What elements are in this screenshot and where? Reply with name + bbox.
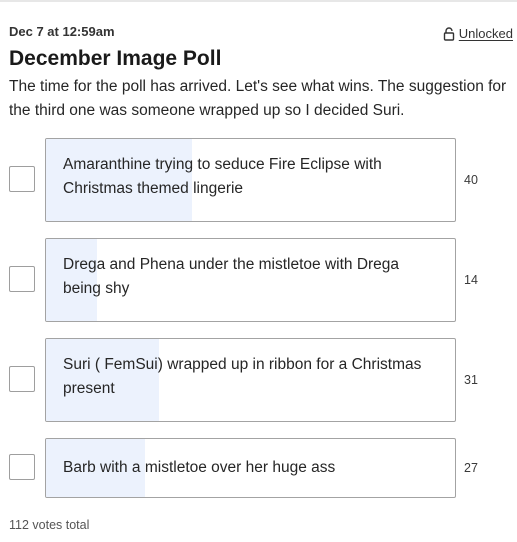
poll-checkbox[interactable]	[9, 366, 35, 392]
poll-option: Barb with a mistletoe over her huge ass …	[9, 438, 509, 498]
post-meta: Dec 7 at 12:59am Unlocked	[9, 24, 513, 42]
poll-option-label: Suri ( FemSui) wrapped up in ribbon for …	[63, 356, 422, 397]
poll-option: Suri ( FemSui) wrapped up in ribbon for …	[9, 338, 509, 422]
vote-count: 40	[464, 173, 478, 187]
post-description: The time for the poll has arrived. Let's…	[9, 78, 507, 119]
poll-option-box[interactable]: Suri ( FemSui) wrapped up in ribbon for …	[45, 338, 456, 422]
unlocked-link[interactable]: Unlocked	[443, 26, 513, 42]
unlock-icon	[443, 27, 454, 41]
poll-option-box[interactable]: Barb with a mistletoe over her huge ass	[45, 438, 456, 498]
vote-count: 27	[464, 461, 478, 475]
poll-checkbox[interactable]	[9, 266, 35, 292]
poll-option-box[interactable]: Amaranthine trying to seduce Fire Eclips…	[45, 138, 456, 222]
poll-option-label: Amaranthine trying to seduce Fire Eclips…	[63, 156, 382, 197]
poll-option: Amaranthine trying to seduce Fire Eclips…	[9, 138, 509, 222]
post-title: December Image Poll	[9, 47, 222, 70]
poll-option-label: Barb with a mistletoe over her huge ass	[63, 459, 336, 476]
poll-option: Drega and Phena under the mistletoe with…	[9, 238, 509, 322]
poll-checkbox[interactable]	[9, 166, 35, 192]
top-divider	[0, 0, 517, 2]
poll-option-label: Drega and Phena under the mistletoe with…	[63, 256, 400, 297]
vote-count: 31	[464, 373, 478, 387]
vote-total: 112 votes total	[9, 518, 90, 532]
poll-checkbox[interactable]	[9, 454, 35, 480]
unlocked-label: Unlocked	[458, 26, 513, 41]
post-date: Dec 7 at 12:59am	[9, 24, 115, 39]
poll-option-box[interactable]: Drega and Phena under the mistletoe with…	[45, 238, 456, 322]
vote-count: 14	[464, 273, 478, 287]
